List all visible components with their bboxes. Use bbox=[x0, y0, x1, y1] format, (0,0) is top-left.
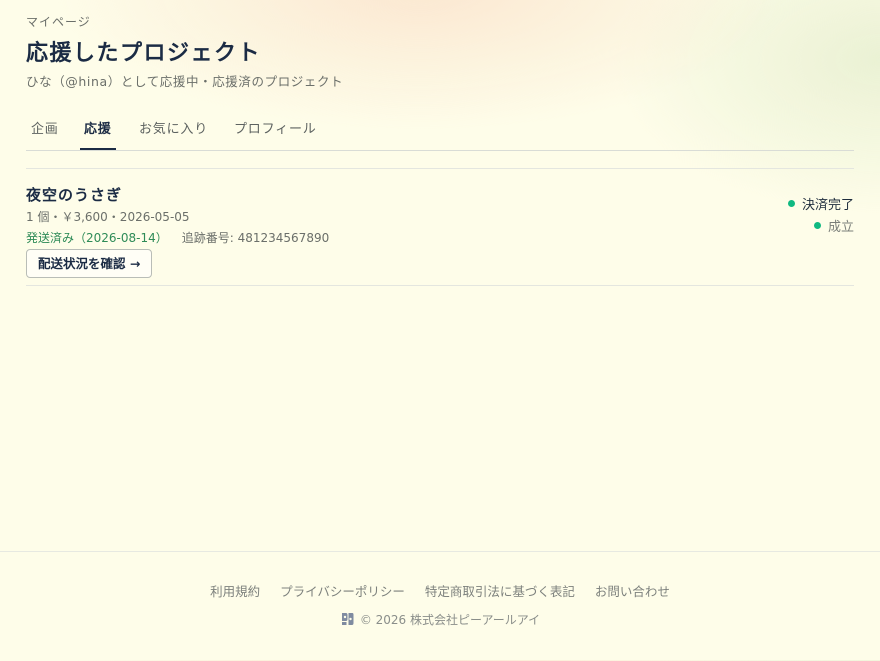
project-status-badge: 成立 bbox=[813, 216, 854, 235]
shipping-row: 発送済み（2026-08-14） 追跡番号: 481234567890 bbox=[26, 229, 329, 246]
site-footer: 利用規約 プライバシーポリシー 特定商取引法に基づく表記 お問い合わせ © 20… bbox=[0, 551, 880, 661]
copyright: © 2026 株式会社ピーアールアイ bbox=[0, 611, 880, 628]
tracking-number: 追跡番号: 481234567890 bbox=[181, 231, 330, 245]
tab-projects[interactable]: 企画 bbox=[31, 110, 59, 149]
footer-link-contact[interactable]: お問い合わせ bbox=[595, 584, 670, 599]
copyright-text: © 2026 株式会社ピーアールアイ bbox=[359, 613, 541, 627]
page-title: 応援したプロジェクト bbox=[26, 41, 262, 66]
footer-link-commerce-law[interactable]: 特定商取引法に基づく表記 bbox=[425, 584, 575, 599]
project-status-label: 成立 bbox=[827, 220, 854, 235]
project-title[interactable]: 夜空のうさぎ bbox=[26, 184, 122, 205]
track-shipment-button[interactable]: 配送状況を確認 → bbox=[26, 249, 153, 278]
pledge-meta: 1 個・￥3,600・2026-05-05 bbox=[26, 210, 190, 224]
pledge-card: 夜空のうさぎ 1 個・￥3,600・2026-05-05 発送済み（2026-0… bbox=[26, 168, 854, 286]
mypage-tabs: 企画 応援 お気に入り プロフィール bbox=[26, 110, 854, 151]
footer-link-terms[interactable]: 利用規約 bbox=[210, 584, 260, 599]
tab-profile[interactable]: プロフィール bbox=[234, 110, 317, 149]
payment-status-label: 決済完了 bbox=[801, 198, 854, 213]
shipping-status: 発送済み（2026-08-14） bbox=[26, 231, 168, 245]
footer-links: 利用規約 プライバシーポリシー 特定商取引法に基づく表記 お問い合わせ bbox=[0, 581, 880, 600]
status-dot-icon bbox=[787, 200, 795, 207]
footer-link-privacy[interactable]: プライバシーポリシー bbox=[280, 584, 405, 599]
breadcrumb: マイページ bbox=[26, 15, 91, 29]
tab-favorites[interactable]: お気に入り bbox=[139, 110, 208, 149]
brand-logo-icon bbox=[341, 613, 354, 625]
page-subtitle: ひな（@hina）として応援中・応援済のプロジェクト bbox=[26, 74, 344, 89]
tab-pledges[interactable]: 応援 bbox=[80, 110, 116, 150]
payment-status-badge: 決済完了 bbox=[787, 194, 854, 213]
status-dot-icon bbox=[813, 222, 821, 229]
